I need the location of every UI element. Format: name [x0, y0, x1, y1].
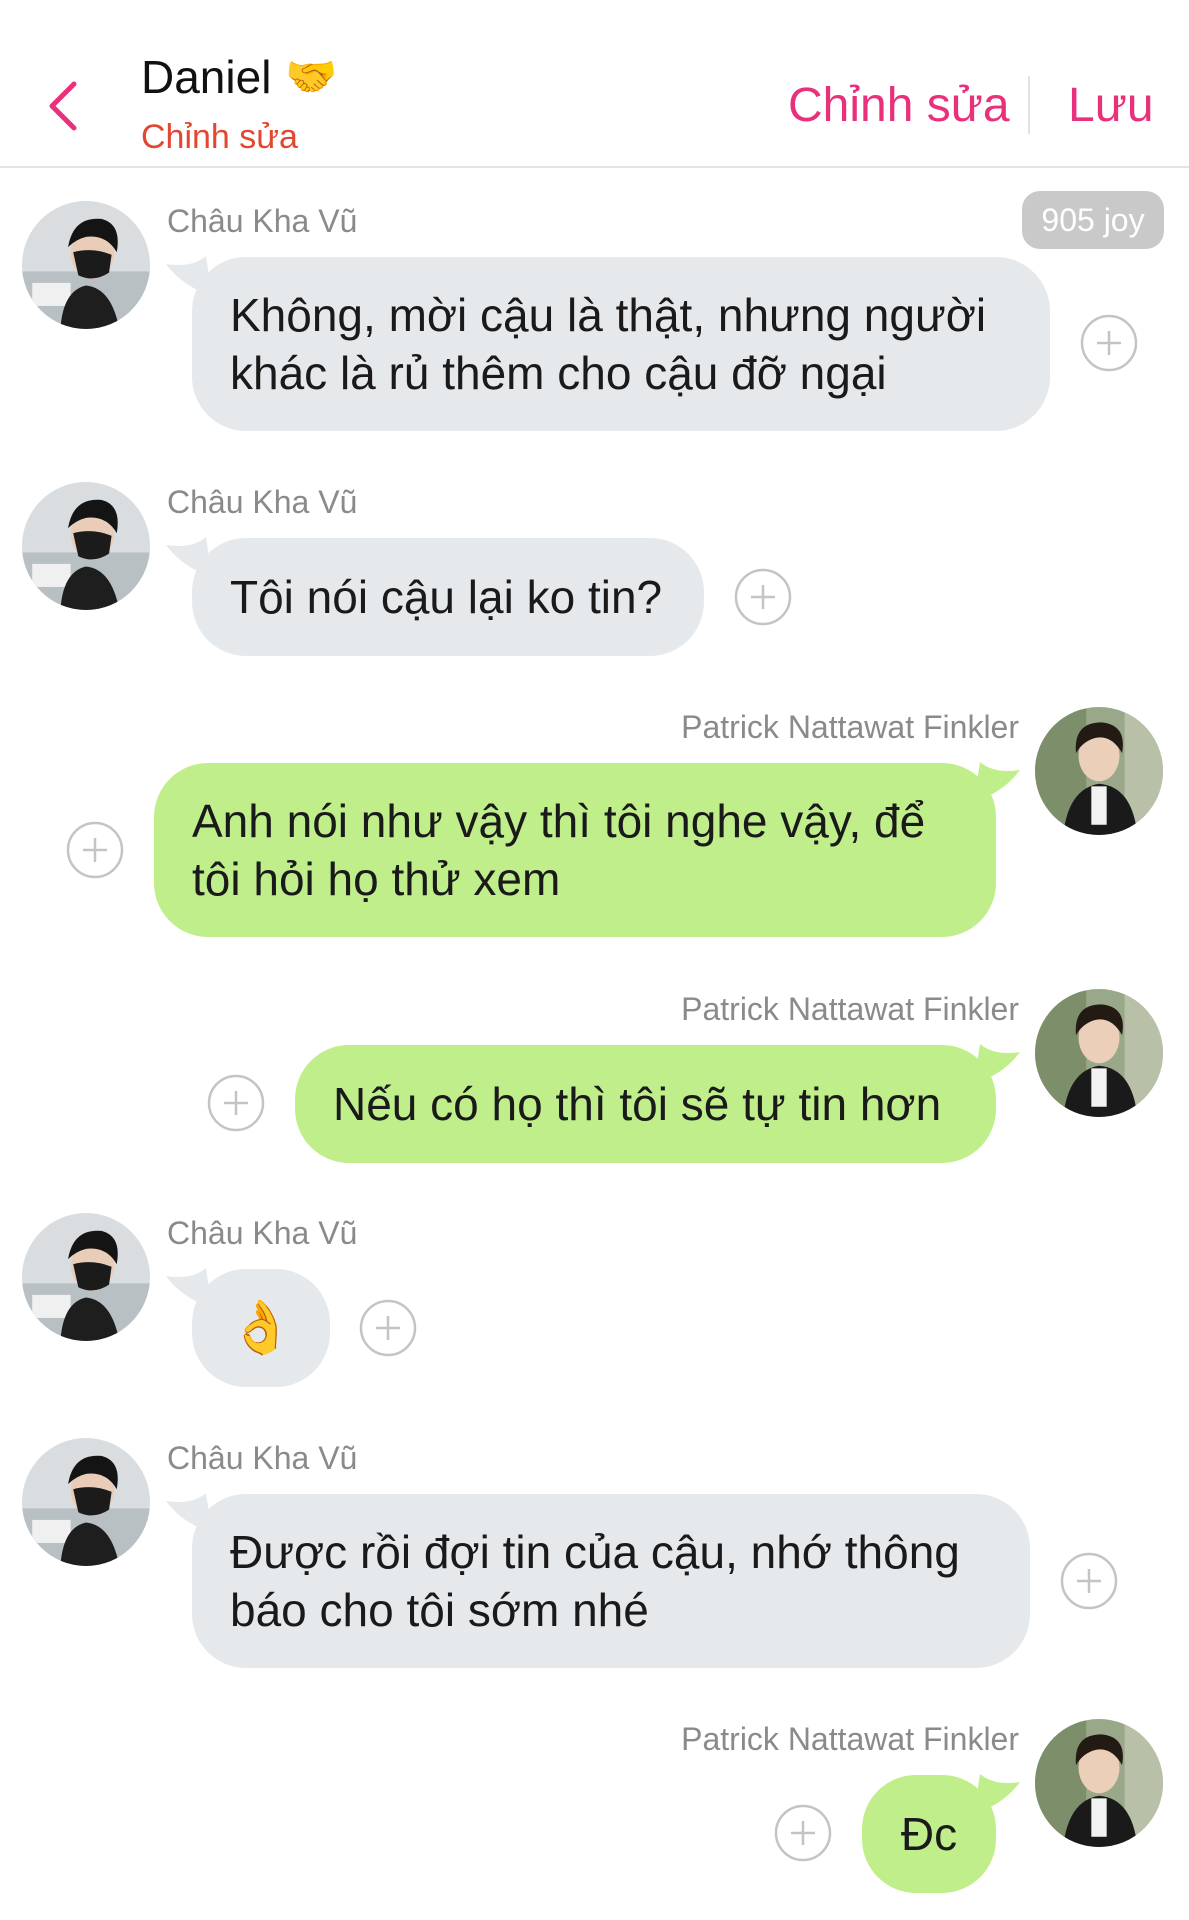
message-bubble-incoming[interactable]: Tôi nói cậu lại ko tin?	[192, 538, 704, 656]
avatar[interactable]	[22, 201, 150, 329]
avatar[interactable]	[1035, 707, 1163, 835]
edit-button[interactable]: Chỉnh sửa	[788, 78, 1010, 133]
message-bubble-outgoing[interactable]: Anh nói như vậy thì tôi nghe vậy, để tôi…	[154, 763, 996, 937]
chat-header: Daniel 🤝 Chỉnh sửa Chỉnh sửa Lưu	[0, 0, 1189, 168]
message-text: Không, mời cậu là thật, nhưng người khác…	[230, 289, 987, 399]
message-bubble-outgoing[interactable]: Nếu có họ thì tôi sẽ tự tin hơn	[295, 1045, 996, 1163]
sender-name: Châu Kha Vũ	[167, 1440, 358, 1476]
sender-name: Patrick Nattawat Finkler	[681, 709, 1019, 745]
ok-hand-icon: 👌	[228, 1299, 294, 1357]
avatar[interactable]	[1035, 1719, 1163, 1847]
add-reaction-icon[interactable]	[1079, 313, 1139, 373]
message-text: Đc	[900, 1808, 958, 1860]
avatar[interactable]	[22, 1438, 150, 1566]
sender-name: Patrick Nattawat Finkler	[681, 1721, 1019, 1757]
handshake-icon: 🤝	[285, 52, 338, 100]
joy-badge: 905 joy	[1022, 191, 1164, 249]
add-reaction-icon[interactable]	[733, 567, 793, 627]
message-text: Anh nói như vậy thì tôi nghe vậy, để tôi…	[192, 795, 926, 905]
add-reaction-icon[interactable]	[358, 1298, 418, 1358]
save-button[interactable]: Lưu	[1068, 78, 1154, 133]
add-reaction-icon[interactable]	[773, 1803, 833, 1863]
chat-subtitle: Chỉnh sửa	[141, 118, 298, 156]
avatar[interactable]	[22, 1213, 150, 1341]
message-text: Tôi nói cậu lại ko tin?	[230, 571, 663, 623]
add-reaction-icon[interactable]	[206, 1073, 266, 1133]
sender-name: Châu Kha Vũ	[167, 484, 358, 520]
sender-name: Châu Kha Vũ	[167, 1215, 358, 1251]
add-reaction-icon[interactable]	[65, 820, 125, 880]
message-bubble-incoming[interactable]: 👌	[192, 1269, 330, 1387]
header-divider	[1028, 76, 1030, 134]
back-chevron-icon[interactable]	[44, 78, 84, 134]
avatar[interactable]	[22, 482, 150, 610]
chat-title-text: Daniel	[141, 51, 272, 103]
avatar[interactable]	[1035, 989, 1163, 1117]
message-text: Nếu có họ thì tôi sẽ tự tin hơn	[333, 1078, 942, 1130]
message-bubble-incoming[interactable]: Được rồi đợi tin của cậu, nhớ thông báo …	[192, 1494, 1030, 1668]
message-text: Được rồi đợi tin của cậu, nhớ thông báo …	[230, 1526, 960, 1636]
add-reaction-icon[interactable]	[1059, 1551, 1119, 1611]
message-bubble-outgoing[interactable]: Đc	[862, 1775, 996, 1893]
sender-name: Patrick Nattawat Finkler	[681, 991, 1019, 1027]
sender-name: Châu Kha Vũ	[167, 203, 358, 239]
chat-title: Daniel 🤝	[141, 50, 338, 104]
message-bubble-incoming[interactable]: Không, mời cậu là thật, nhưng người khác…	[192, 257, 1050, 431]
